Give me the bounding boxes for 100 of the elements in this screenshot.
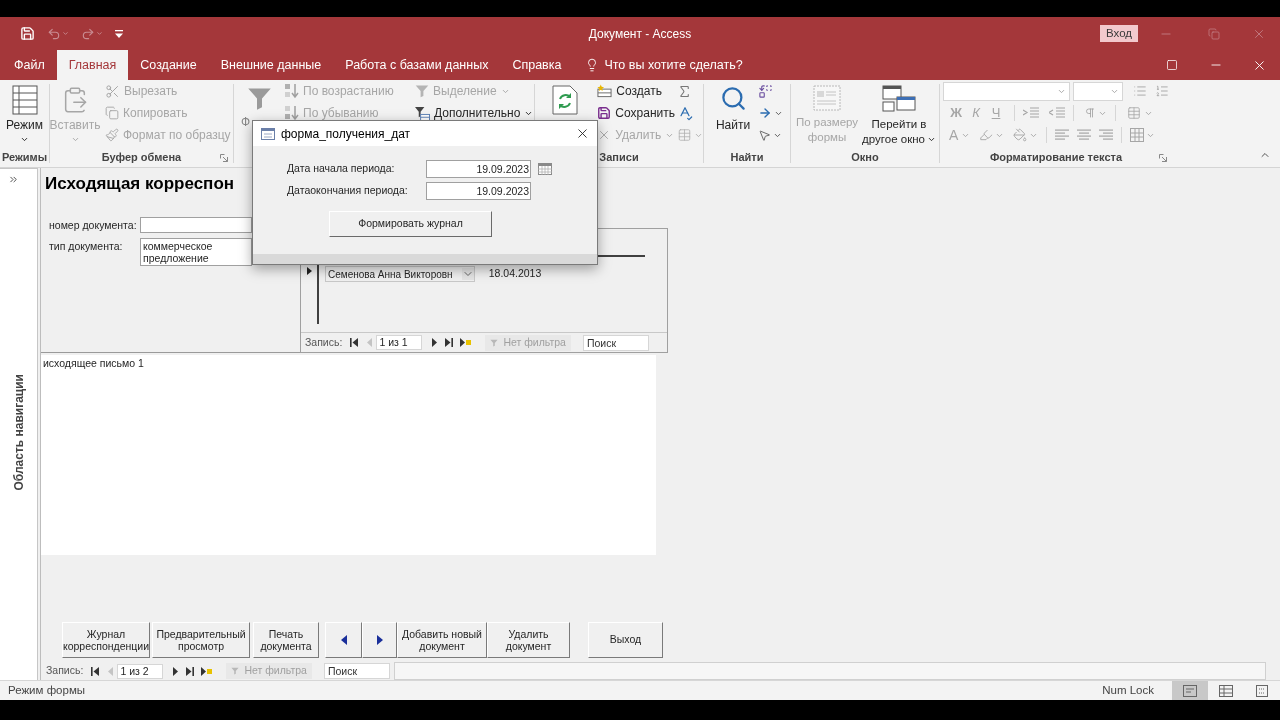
caret-icon <box>70 135 80 144</box>
navigation-pane-title[interactable]: Область навигации <box>9 374 28 491</box>
dialog-title: форма_получения_дат <box>281 125 411 143</box>
table-icon[interactable] <box>677 128 692 142</box>
left-triangle-icon <box>340 635 347 645</box>
form-view-icon <box>1183 684 1197 697</box>
font-name-dropdown[interactable] <box>943 81 1070 101</box>
dialog-launcher-icon[interactable] <box>220 154 228 162</box>
sort-arrow-icon <box>285 105 299 121</box>
date-field[interactable]: 19.09.2023 <box>426 160 531 178</box>
align-right-icon[interactable] <box>1099 129 1114 141</box>
ribbon-tab[interactable]: Создание <box>128 50 209 80</box>
search-field[interactable]: Поиск <box>323 663 390 679</box>
save-icon[interactable] <box>20 26 35 41</box>
new-record-icon[interactable] <box>201 666 213 676</box>
save-icon <box>597 106 612 120</box>
record-label: Запись: <box>305 334 343 350</box>
windows-icon <box>882 85 916 113</box>
sigma-icon[interactable] <box>677 83 692 99</box>
table-icon[interactable] <box>1126 106 1142 120</box>
indent-icon[interactable] <box>1023 107 1039 119</box>
align-left-icon[interactable] <box>1055 129 1070 141</box>
generate-journal-button[interactable]: Формировать журнал <box>329 211 492 237</box>
window-command[interactable]: Перейти в другое окно <box>861 80 937 147</box>
command-button[interactable]: Журнал корреспонденции <box>62 622 150 658</box>
previous-button[interactable] <box>325 622 362 658</box>
customize-toolbar-icon[interactable] <box>115 29 123 38</box>
gridlines-icon[interactable] <box>1130 128 1145 142</box>
record-command[interactable]: Сохранить <box>597 102 675 124</box>
caret-icon <box>20 135 29 144</box>
name-dropdown[interactable]: Семенова Анна Викторовн <box>325 266 475 282</box>
refresh-page-icon[interactable] <box>551 85 578 115</box>
record-number-field[interactable]: 1 из 2 <box>117 663 164 679</box>
last-record-icon[interactable] <box>186 666 195 676</box>
first-record-icon[interactable] <box>350 338 359 347</box>
next-record-icon[interactable] <box>173 666 179 676</box>
command-button[interactable]: Добавить новый документ <box>397 622 487 658</box>
right-triangle-icon <box>376 635 383 645</box>
scissors-icon <box>105 83 120 99</box>
text-field[interactable] <box>140 217 252 233</box>
new-record-icon[interactable] <box>460 338 472 347</box>
group-label: Режимы <box>1 149 48 165</box>
ribbon-tab[interactable]: Файл <box>2 50 57 80</box>
ribbon-tab[interactable]: Работа с базами данных <box>333 50 501 80</box>
caret-icon <box>462 268 474 280</box>
highlighter-icon[interactable] <box>979 128 994 142</box>
funnel-icon <box>231 667 240 675</box>
form-title: Исходящая корреспон <box>45 174 235 194</box>
tell-me-box[interactable]: Что вы хотите сделать? <box>585 50 743 80</box>
align-center-icon[interactable] <box>1077 129 1092 141</box>
view-switch-button[interactable] <box>1172 681 1208 700</box>
record-command[interactable]: Создать <box>597 80 675 102</box>
caret-icon[interactable] <box>96 30 103 37</box>
next-record-icon[interactable] <box>432 338 438 347</box>
table-star-icon <box>597 84 613 98</box>
pilcrow-icon[interactable] <box>1084 107 1096 119</box>
first-record-icon[interactable] <box>91 666 100 676</box>
restore-icon[interactable] <box>1208 27 1220 40</box>
command-button[interactable]: Печать документа <box>253 622 319 658</box>
find-button[interactable]: Найти <box>708 80 758 132</box>
ribbon-tab[interactable]: Справка <box>500 50 574 80</box>
group-label: Найти <box>730 149 764 165</box>
ribbon-tab[interactable]: Внешние данные <box>208 50 334 80</box>
redo-icon[interactable] <box>81 26 95 41</box>
expand-icon[interactable] <box>8 174 19 185</box>
replace-icon[interactable] <box>758 83 773 99</box>
spell-check-icon[interactable] <box>677 105 693 121</box>
calendar-icon[interactable] <box>538 163 552 175</box>
bullet-list-icon[interactable] <box>1133 84 1147 98</box>
maximize-icon[interactable] <box>1166 59 1178 71</box>
undo-icon[interactable] <box>47 26 61 41</box>
group-label: Форматирование текста <box>989 149 1123 165</box>
command-button[interactable]: Предварительный просмотр <box>152 622 250 658</box>
next-button[interactable] <box>362 622 397 658</box>
field-label: Датаокончания периода: <box>287 183 409 199</box>
memo-field[interactable]: исходящее письмо 1 <box>41 355 656 555</box>
funnel-icon <box>415 84 429 98</box>
search-field[interactable]: Поиск <box>582 334 649 351</box>
previous-record-icon[interactable] <box>367 338 373 347</box>
num-lock-indicator: Num Lock <box>1102 682 1154 698</box>
view-mode-button[interactable]: Режим <box>0 80 49 144</box>
dialog-launcher-icon[interactable] <box>1159 154 1167 162</box>
arrow-right-icon[interactable] <box>758 106 772 120</box>
outdent-icon[interactable] <box>1049 107 1065 119</box>
exit-button[interactable]: Выход <box>588 622 663 658</box>
ribbon-tab[interactable]: Главная <box>56 50 129 80</box>
sign-in-button[interactable]: Вход <box>1100 25 1138 42</box>
command-button[interactable]: Удалить документ <box>487 622 570 658</box>
date-field[interactable]: 19.09.2023 <box>426 182 531 200</box>
previous-record-icon[interactable] <box>108 666 114 676</box>
text-area[interactable]: коммерческое предложение <box>140 238 252 266</box>
numbered-list-icon[interactable] <box>1155 84 1169 98</box>
horizontal-scrollbar[interactable] <box>393 662 1266 680</box>
last-record-icon[interactable] <box>445 338 454 347</box>
pointer-icon[interactable] <box>758 128 771 142</box>
paint-bucket-icon[interactable] <box>1013 128 1028 142</box>
funnel-icon <box>490 338 499 347</box>
record-number-field[interactable]: 1 из 1 <box>376 335 423 350</box>
font-size-dropdown[interactable] <box>1073 81 1123 101</box>
caret-icon[interactable] <box>62 30 69 37</box>
